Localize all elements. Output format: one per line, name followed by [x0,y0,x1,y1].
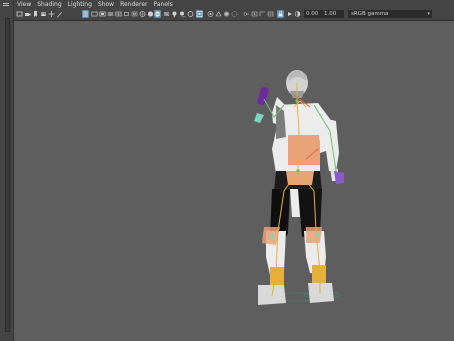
exposure-icon[interactable] [294,10,301,18]
camera-lock-icon[interactable] [277,10,284,18]
menu-shading[interactable]: Shading [34,0,64,9]
playblast-icon[interactable] [286,10,293,18]
textured-icon[interactable] [163,10,170,18]
right-hand[interactable] [334,171,344,184]
menu-panels[interactable]: Panels [150,0,175,9]
left-knee-joint[interactable] [270,235,274,239]
hip-joint[interactable] [296,169,300,173]
wireframe-icon[interactable] [139,10,146,18]
xray-active-components-icon[interactable] [251,10,258,18]
xray-joints-icon[interactable] [243,10,250,18]
isolate-select-icon[interactable] [196,10,203,18]
hud-toggle-icon[interactable] [267,10,274,18]
right-ankle [312,265,326,285]
panel-toolbar: 0.00 1.00 sRGB gamma ▾ [14,9,454,21]
bookmark-icon[interactable] [32,10,39,18]
xray-icon[interactable] [231,10,238,18]
multisample-aa-icon[interactable] [215,10,222,18]
safe-title-icon[interactable] [131,10,138,18]
panel-menu-bar: View Shading Lighting Show Renderer Pane… [14,0,454,9]
gamma-field[interactable]: 1.00 [322,10,344,18]
neck-joint[interactable] [295,99,299,103]
panel-grip-icon[interactable] [3,3,9,4]
two-d-pan-icon[interactable] [48,10,55,18]
use-all-lights-icon[interactable] [171,10,178,18]
motion-blur-icon[interactable] [207,10,214,18]
shadows-icon[interactable] [179,10,186,18]
side-scrollbar[interactable] [5,18,10,332]
maya-viewport-panel: View Shading Lighting Show Renderer Pane… [0,0,454,341]
right-foot[interactable] [308,283,334,303]
left-toolbox-strip [0,0,14,341]
image-plane-icon[interactable] [40,10,47,18]
3d-viewport[interactable] [14,21,454,341]
chevron-down-icon: ▾ [427,11,430,17]
menu-view[interactable]: View [14,0,34,9]
character-model[interactable] [254,70,344,305]
resolution-gate-icon[interactable] [99,10,106,18]
left-wrist-control [254,113,264,123]
left-hand[interactable] [256,86,269,106]
right-upper-arm[interactable] [319,117,339,171]
menu-lighting[interactable]: Lighting [65,0,95,9]
right-knee-joint[interactable] [316,233,320,237]
depth-of-field-icon[interactable] [223,10,230,18]
screen-space-ao-icon[interactable] [187,10,194,18]
gate-mask-icon[interactable] [107,10,114,18]
viewport-scene [254,70,344,305]
field-chart-icon[interactable] [115,10,122,18]
grease-pencil-icon[interactable] [56,10,63,18]
colorspace-value: sRGB gamma [351,11,389,17]
camera-attributes-icon[interactable] [24,10,31,18]
safe-action-icon[interactable] [123,10,130,18]
shaded-wireframe-icon[interactable] [154,10,161,18]
grid-toggle-icon[interactable] [82,10,89,18]
torso-skin-patch [288,135,320,165]
colorspace-dropdown[interactable]: sRGB gamma ▾ [348,10,432,18]
smooth-shade-icon[interactable] [147,10,154,18]
select-camera-icon[interactable] [16,10,23,18]
menu-show[interactable]: Show [95,0,117,9]
menu-renderer[interactable]: Renderer [117,0,150,9]
backface-culling-icon[interactable] [259,10,266,18]
film-gate-icon[interactable] [91,10,98,18]
